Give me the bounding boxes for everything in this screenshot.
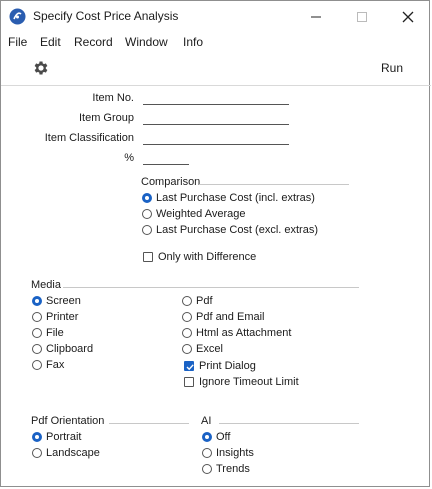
- close-icon: [402, 11, 414, 23]
- item-group-label: Item Group: [78, 112, 134, 124]
- checkbox-icon: [143, 252, 153, 262]
- menu-window[interactable]: Window: [125, 35, 168, 49]
- item-classification-field[interactable]: [143, 130, 289, 145]
- radio-selected-icon: [32, 296, 42, 306]
- radio-selected-icon: [32, 432, 42, 442]
- pdf-orientation-group-title: Pdf Orientation: [31, 415, 105, 427]
- media-divider: [63, 287, 359, 288]
- maximize-icon: [357, 12, 367, 22]
- radio-icon: [142, 225, 152, 235]
- menu-edit[interactable]: Edit: [40, 35, 61, 49]
- radio-icon: [32, 360, 42, 370]
- radio-icon: [32, 312, 42, 322]
- orientation-option-portrait[interactable]: Portrait: [32, 431, 81, 443]
- media-option-excel[interactable]: Excel: [182, 343, 223, 355]
- window-title: Specify Cost Price Analysis: [33, 9, 179, 23]
- radio-icon: [182, 312, 192, 322]
- ai-option-trends[interactable]: Trends: [202, 463, 250, 475]
- media-option-clipboard[interactable]: Clipboard: [32, 343, 93, 355]
- maximize-button[interactable]: [339, 1, 385, 33]
- media-option-file[interactable]: File: [32, 327, 64, 339]
- comparison-divider: [199, 184, 349, 185]
- media-option-label: Clipboard: [46, 343, 94, 355]
- media-group-title: Media: [31, 279, 61, 291]
- app-icon: [9, 8, 26, 25]
- print-dialog-checkbox[interactable]: Print Dialog: [184, 360, 256, 372]
- radio-icon: [32, 448, 42, 458]
- gear-icon[interactable]: [32, 59, 50, 77]
- checkbox-icon: [184, 377, 194, 387]
- media-option-label: Html as Attachment: [196, 327, 292, 339]
- orientation-option-label: Portrait: [46, 431, 82, 443]
- media-option-label: File: [46, 327, 64, 339]
- toolbar: Run: [1, 53, 431, 86]
- menu-bar: File Edit Record Window Info: [1, 33, 431, 53]
- only-with-difference-checkbox[interactable]: Only with Difference: [143, 251, 256, 263]
- radio-selected-icon: [202, 432, 212, 442]
- close-button[interactable]: [385, 1, 431, 33]
- media-option-label: Printer: [46, 311, 79, 323]
- comparison-option-weighted[interactable]: Weighted Average: [142, 208, 246, 220]
- media-option-screen[interactable]: Screen: [32, 295, 81, 307]
- ai-group-title: AI: [201, 415, 212, 427]
- menu-file[interactable]: File: [8, 35, 27, 49]
- ignore-timeout-label: Ignore Timeout Limit: [199, 376, 299, 388]
- media-option-html-attachment[interactable]: Html as Attachment: [182, 327, 291, 339]
- ai-option-off[interactable]: Off: [202, 431, 230, 443]
- only-with-difference-label: Only with Difference: [158, 251, 257, 263]
- ai-option-label: Off: [216, 431, 231, 443]
- media-option-label: Pdf: [196, 295, 213, 307]
- radio-icon: [142, 209, 152, 219]
- media-option-label: Screen: [46, 295, 81, 307]
- radio-icon: [32, 344, 42, 354]
- ai-divider: [219, 423, 359, 424]
- media-option-printer[interactable]: Printer: [32, 311, 78, 323]
- media-option-pdf-email[interactable]: Pdf and Email: [182, 311, 264, 323]
- ai-option-insights[interactable]: Insights: [202, 447, 254, 459]
- comparison-group-title: Comparison: [141, 176, 201, 188]
- radio-icon: [202, 464, 212, 474]
- print-dialog-label: Print Dialog: [199, 360, 256, 372]
- radio-icon: [32, 328, 42, 338]
- item-no-field[interactable]: [143, 90, 289, 105]
- comparison-option-label: Last Purchase Cost (incl. extras): [156, 192, 315, 204]
- run-button[interactable]: Run: [381, 61, 403, 75]
- comparison-option-excl[interactable]: Last Purchase Cost (excl. extras): [142, 224, 318, 236]
- ai-option-label: Insights: [216, 447, 254, 459]
- dialog-window: Specify Cost Price Analysis File Edit Re…: [0, 0, 431, 487]
- minimize-icon: [311, 16, 321, 18]
- media-option-fax[interactable]: Fax: [32, 359, 64, 371]
- radio-selected-icon: [142, 193, 152, 203]
- radio-icon: [182, 328, 192, 338]
- minimize-button[interactable]: [293, 1, 339, 33]
- comparison-option-incl[interactable]: Last Purchase Cost (incl. extras): [142, 192, 315, 204]
- media-option-label: Fax: [46, 359, 65, 371]
- comparison-option-label: Weighted Average: [156, 208, 246, 220]
- ai-option-label: Trends: [216, 463, 250, 475]
- percent-label: %: [124, 152, 134, 164]
- item-no-label: Item No.: [92, 92, 134, 104]
- orientation-option-landscape[interactable]: Landscape: [32, 447, 100, 459]
- ignore-timeout-checkbox[interactable]: Ignore Timeout Limit: [184, 376, 299, 388]
- checkbox-checked-icon: [184, 361, 194, 371]
- media-option-label: Excel: [196, 343, 223, 355]
- radio-icon: [182, 344, 192, 354]
- item-group-field[interactable]: [143, 110, 289, 125]
- orientation-option-label: Landscape: [46, 447, 100, 459]
- radio-icon: [202, 448, 212, 458]
- item-classification-label: Item Classification: [44, 132, 134, 144]
- comparison-option-label: Last Purchase Cost (excl. extras): [156, 224, 319, 236]
- media-option-pdf[interactable]: Pdf: [182, 295, 213, 307]
- title-bar: Specify Cost Price Analysis: [1, 1, 431, 33]
- media-option-label: Pdf and Email: [196, 311, 265, 323]
- radio-icon: [182, 296, 192, 306]
- menu-info[interactable]: Info: [183, 35, 203, 49]
- menu-record[interactable]: Record: [74, 35, 113, 49]
- pdf-orientation-divider: [109, 423, 189, 424]
- percent-field[interactable]: [143, 150, 189, 165]
